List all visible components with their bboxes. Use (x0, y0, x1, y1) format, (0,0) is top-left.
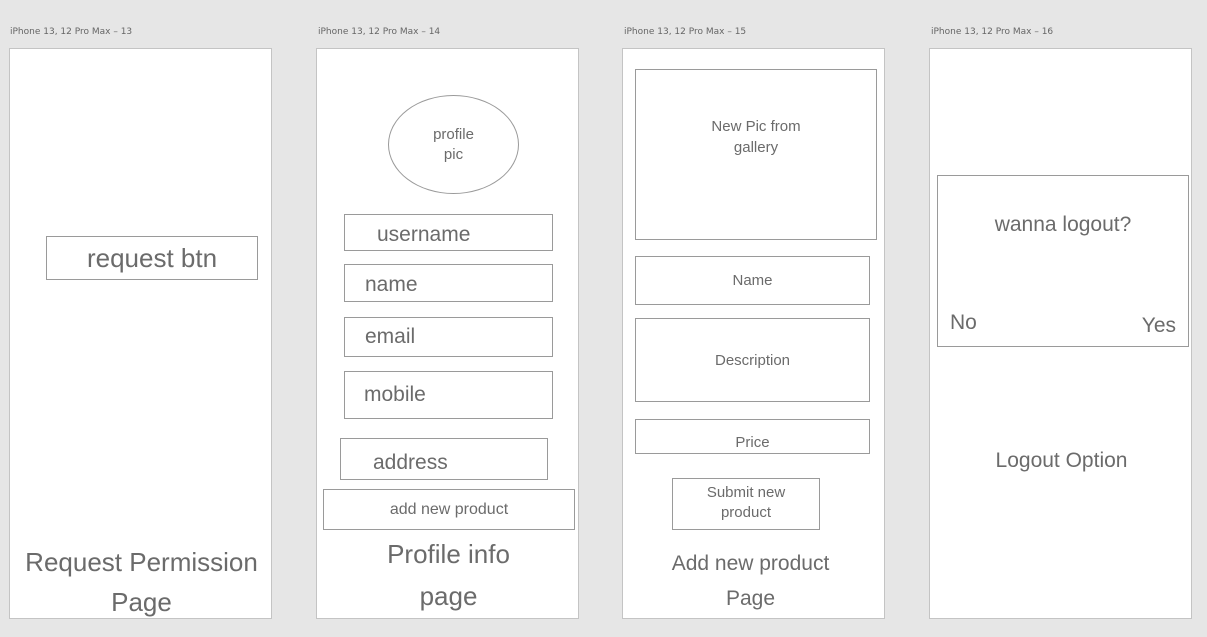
product-name-field[interactable]: Name (635, 256, 870, 305)
logout-no-button[interactable]: No (950, 311, 977, 335)
profile-pic-line1: profile (433, 125, 474, 143)
product-description-field[interactable]: Description (635, 318, 870, 402)
name-field[interactable]: name (344, 264, 553, 302)
new-pic-line1: New Pic from (711, 118, 801, 135)
new-pic-from-gallery[interactable]: New Pic from gallery (635, 69, 877, 240)
profile-pic-line2: pic (443, 145, 464, 163)
email-field[interactable]: email (344, 317, 553, 357)
add-product-caption-line2: Page (725, 587, 776, 610)
artboard-title-16: iPhone 13, 12 Pro Max – 16 (931, 27, 1054, 37)
new-pic-line2: gallery (733, 139, 779, 156)
artboard-logout: wanna logout? No Yes Logout Option (929, 48, 1192, 619)
submit-line1: Submit new (706, 484, 786, 501)
add-new-product-button[interactable]: add new product (323, 489, 575, 530)
product-price-field[interactable]: Price (635, 419, 870, 454)
artboard-profile-info: profile pic username name email mobile a… (316, 48, 579, 619)
request-page-caption-line2: Page (111, 587, 172, 617)
profile-page-caption-line2: page (419, 581, 478, 611)
submit-new-product-button[interactable]: Submit new product (672, 478, 820, 530)
artboard-add-new-product: New Pic from gallery Name Description Pr… (622, 48, 885, 619)
submit-line2: product (720, 504, 772, 521)
profile-pic-placeholder[interactable]: profile pic (388, 95, 519, 194)
username-field[interactable]: username (344, 214, 553, 251)
artboard-title-13: iPhone 13, 12 Pro Max – 13 (10, 27, 133, 37)
request-button[interactable]: request btn (46, 236, 258, 280)
mobile-field[interactable]: mobile (344, 371, 553, 419)
logout-question: wanna logout? (994, 213, 1132, 236)
artboard-title-14: iPhone 13, 12 Pro Max – 14 (318, 27, 441, 37)
logout-dialog: wanna logout? No Yes (937, 175, 1189, 347)
logout-yes-button[interactable]: Yes (1142, 314, 1176, 338)
add-product-caption-line1: Add new product (671, 552, 830, 575)
artboard-request-permission: request btn Request Permission Page (9, 48, 272, 619)
logout-page-caption: Logout Option (995, 449, 1128, 472)
address-field[interactable]: address (340, 438, 548, 480)
profile-page-caption-line1: Profile info (387, 539, 510, 569)
request-page-caption-line1: Request Permission (25, 547, 258, 577)
artboard-title-15: iPhone 13, 12 Pro Max – 15 (624, 27, 747, 37)
